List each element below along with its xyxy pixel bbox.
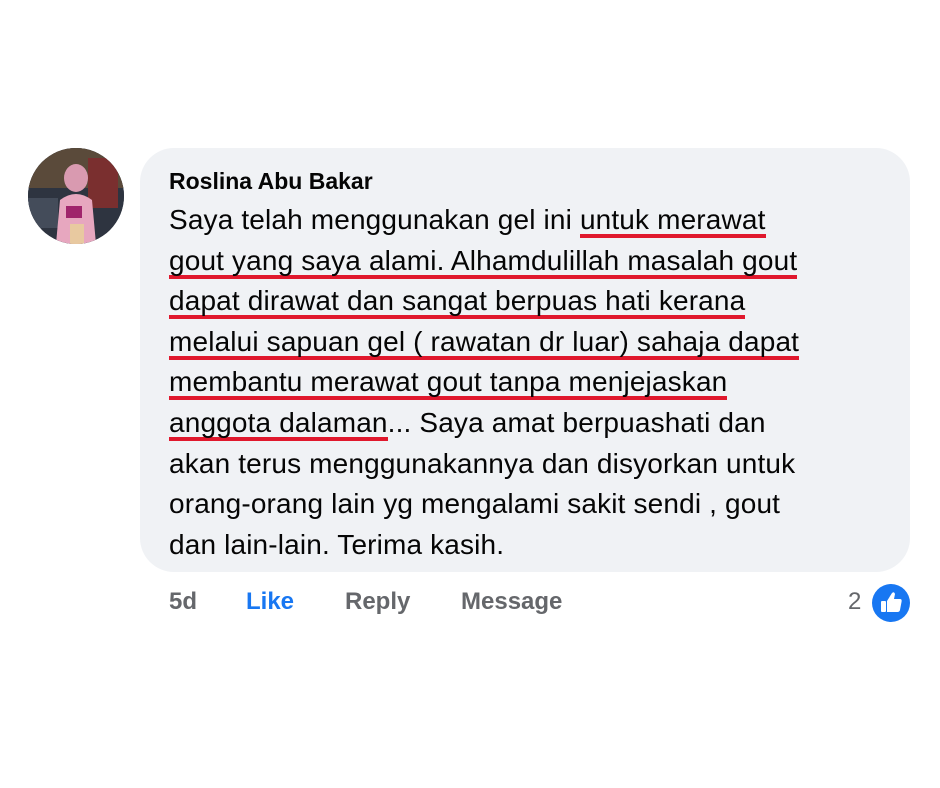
comment-line: akan terus menggunakannya dan disyorkan … [169,444,899,485]
comment-timestamp[interactable]: 5d [169,588,197,616]
underlined-text: anggota dalaman [169,406,388,441]
underlined-text: membantu merawat gout tanpa menjejaskan [169,366,728,401]
comment-line: gout yang saya alami. Alhamdulillah masa… [169,241,899,282]
comment-bubble: Roslina Abu Bakar Saya telah menggunakan… [140,148,910,572]
underlined-text: gout yang saya alami. Alhamdulillah masa… [169,244,798,279]
underlined-text: dapat dirawat dan sangat berpuas hati ke… [169,285,746,320]
comment-line-text: ... Saya amat berpuashati dan [387,406,766,438]
avatar-photo [28,148,124,244]
comment-text: Saya telah menggunakan gel ini untuk mer… [169,200,899,565]
like-button[interactable]: Like [246,588,294,616]
comment-author-name[interactable]: Roslina Abu Bakar [169,168,373,195]
underlined-text: melalui sapuan gel ( rawatan dr luar) sa… [169,325,800,360]
underlined-text: untuk merawat [579,204,766,238]
comment-line-text: orang-orang lain yg mengalami sakit send… [169,488,781,520]
comment-line-text: akan terus menggunakannya dan disyorkan … [169,447,796,479]
comment-line-text: dan lain-lain. Terima kasih. [169,528,505,560]
message-button[interactable]: Message [461,588,562,616]
comment-line: melalui sapuan gel ( rawatan dr luar) sa… [169,322,899,363]
reply-button[interactable]: Reply [345,588,410,616]
comment-line: anggota dalaman... Saya amat berpuashati… [169,403,899,444]
thumbs-up-icon[interactable] [872,584,910,622]
comment-line: dan lain-lain. Terima kasih. [169,525,899,566]
reaction-count[interactable]: 2 [848,588,861,616]
avatar[interactable] [28,148,124,244]
comment-line: dapat dirawat dan sangat berpuas hati ke… [169,281,899,322]
comment-line-text: Saya telah menggunakan gel ini [169,204,580,235]
comment-line: orang-orang lain yg mengalami sakit send… [169,484,899,525]
comment-line: membantu merawat gout tanpa menjejaskan [169,362,899,403]
comment-line: Saya telah menggunakan gel ini untuk mer… [169,200,899,241]
